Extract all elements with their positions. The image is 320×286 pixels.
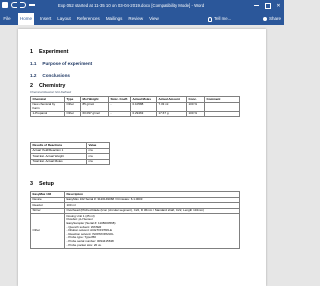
table-cell: - xyxy=(108,110,131,118)
heading-purpose: 1.1 Purpose of experiment xyxy=(30,61,92,66)
table-row: Total Est. Actual Moles n/a xyxy=(30,158,110,166)
title-bar: Exp 052 started at 11-35 10 on 03-04-201… xyxy=(0,0,284,13)
heading-text: Chemistry xyxy=(39,83,66,89)
tab-references[interactable]: References xyxy=(77,13,100,25)
window-controls: ✕ xyxy=(253,1,282,10)
table-cell: New chemical by Karin xyxy=(30,101,65,112)
tab-home[interactable]: Home xyxy=(18,13,35,25)
lightbulb-icon xyxy=(208,16,212,22)
heading-text: Purpose of experiment xyxy=(42,61,93,66)
heading-chemistry: 2 Chemistry xyxy=(30,83,65,89)
setup-table: EasyMax 102 Description Device EasyMax 1… xyxy=(30,191,240,249)
table-row: New chemical by Karin Other 85 g/mol - 0… xyxy=(30,101,240,112)
table-cell: Other xyxy=(64,110,81,118)
undo-icon[interactable] xyxy=(11,2,17,8)
close-icon[interactable]: ✕ xyxy=(275,1,282,10)
document-page[interactable]: 1 Experiment 1.1 Purpose of experiment 1… xyxy=(18,29,266,286)
tab-mailings[interactable]: Mailings xyxy=(106,13,123,25)
customize-toolbar-icon[interactable] xyxy=(29,4,35,7)
heading-number: 3 xyxy=(30,181,33,187)
results-table: Results of Reactions Value Actual Yield/… xyxy=(30,142,110,166)
table-cell: 60.097 g/mol xyxy=(80,110,109,118)
table-cell: Dosing Unit 1 (25 ml) Flowbot: pH Sensor… xyxy=(64,213,240,249)
heading-text: Setup xyxy=(39,181,54,187)
table-cell: Other xyxy=(64,101,81,112)
table-cell: 100 % xyxy=(186,110,205,118)
table-cell: 0.10588 xyxy=(130,101,157,112)
table-cell: 17.67 g xyxy=(156,110,187,118)
chemistry-caption: Chemical Reacion Not Defined xyxy=(30,90,72,94)
tell-me-label: Tell me... xyxy=(214,16,232,21)
table-row: 1-Propanol Other 60.097 g/mol - 0.29463 … xyxy=(30,110,240,118)
table-cell: n/a xyxy=(86,158,110,166)
maximize-icon[interactable] xyxy=(264,1,271,10)
table-cell: Other xyxy=(30,213,65,249)
heading-experiment: 1 Experiment xyxy=(30,49,68,55)
tab-view[interactable]: View xyxy=(149,13,159,25)
heading-number: 1 xyxy=(30,49,33,55)
heading-number: 2 xyxy=(30,83,33,89)
table-cell: 85 g/mol xyxy=(80,101,109,112)
ribbon-tabs: File Home Insert Layout References Maili… xyxy=(0,13,284,25)
tell-me-box[interactable]: Tell me... xyxy=(208,16,231,22)
table-cell: Total Est. Actual Moles xyxy=(30,158,87,166)
table-cell xyxy=(204,101,240,112)
heading-text: Conclusions xyxy=(42,73,70,78)
save-icon[interactable] xyxy=(2,2,8,8)
word-window: Exp 052 started at 11-35 10 on 03-04-201… xyxy=(0,0,284,286)
heading-number: 1.1 xyxy=(30,61,37,66)
window-title: Exp 052 started at 11-35 10 on 03-04-201… xyxy=(58,3,205,8)
tab-layout[interactable]: Layout xyxy=(57,13,71,25)
table-cell: 1-Propanol xyxy=(30,110,65,118)
tab-insert[interactable]: Insert xyxy=(40,13,51,25)
share-label: Share xyxy=(268,16,281,21)
person-icon xyxy=(262,17,267,21)
quick-access-toolbar xyxy=(2,2,35,8)
heading-text: Experiment xyxy=(39,49,69,55)
table-cell: 0.29463 xyxy=(130,110,157,118)
ribbon-tab-list: Home Insert Layout References Mailings R… xyxy=(18,13,159,25)
redo-icon[interactable] xyxy=(20,2,26,8)
table-cell: 100 % xyxy=(186,101,205,112)
share-button[interactable]: Share xyxy=(262,15,281,23)
heading-setup: 3 Setup xyxy=(30,181,54,187)
heading-number: 1.2 xyxy=(30,73,37,78)
table-cell xyxy=(204,110,240,118)
table-cell: 7.33 ml xyxy=(156,101,187,112)
table-row: Other Dosing Unit 1 (25 ml) Flowbot: pH … xyxy=(30,213,240,249)
heading-conclusions: 1.2 Conclusions xyxy=(30,73,70,78)
tab-review[interactable]: Review xyxy=(128,13,143,25)
table-cell: - xyxy=(108,101,131,112)
tab-file[interactable]: File xyxy=(0,13,14,25)
minimize-icon[interactable] xyxy=(253,1,260,10)
chemicals-table: Chemical Type Mol Weight Stoic. Coeff. A… xyxy=(30,96,240,118)
